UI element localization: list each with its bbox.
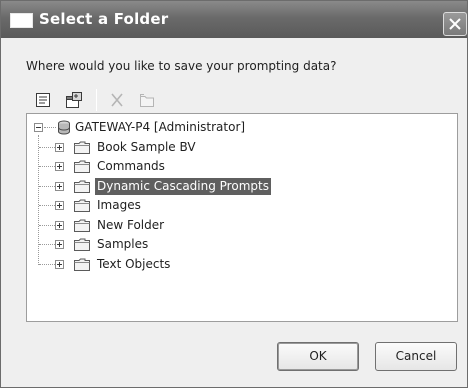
tree-root-label: GATEWAY-P4 [Administrator] (75, 120, 246, 134)
window-icon (10, 13, 33, 28)
tree-item-label: Commands (97, 159, 165, 173)
properties-button[interactable] (64, 90, 84, 110)
expand-icon[interactable] (55, 143, 64, 152)
tree-root-node[interactable]: GATEWAY-P4 [Administrator] (27, 119, 457, 136)
tree-item-commands[interactable]: Commands (27, 158, 457, 175)
expand-icon[interactable] (55, 201, 64, 210)
tree-connector (39, 225, 55, 226)
title-bar[interactable]: Select a Folder (1, 1, 467, 38)
tree-connector (39, 147, 55, 148)
tree-connector (39, 264, 55, 265)
tree-item-label: Samples (97, 237, 149, 251)
collapse-icon[interactable] (34, 123, 43, 132)
folder-up-icon (140, 94, 154, 107)
expand-icon[interactable] (55, 221, 64, 230)
tree-item-dynamic-cascading-prompts[interactable]: Dynamic Cascading Prompts (27, 178, 457, 195)
ok-button[interactable]: OK (277, 342, 359, 371)
folder-icon (74, 160, 90, 173)
tree-item-label: Text Objects (97, 257, 171, 271)
expand-icon[interactable] (55, 182, 64, 191)
tree-connector (44, 127, 56, 128)
tree-connector (39, 205, 55, 206)
tree-item-new-folder[interactable]: New Folder (27, 217, 457, 234)
tree-item-book-sample-bv[interactable]: Book Sample BV (27, 139, 457, 156)
folder-icon (74, 141, 90, 154)
expand-icon[interactable] (55, 240, 64, 249)
server-icon (58, 120, 70, 135)
folder-tree[interactable]: GATEWAY-P4 [Administrator] Book Sample B… (26, 113, 458, 322)
delete-button[interactable] (107, 90, 127, 110)
select-folder-dialog: Select a Folder Where would you like to … (0, 0, 468, 388)
folder-icon (74, 238, 90, 251)
tree-connector (39, 186, 55, 187)
tree-item-images[interactable]: Images (27, 197, 457, 214)
folder-icon (74, 219, 90, 232)
tree-item-label: New Folder (97, 218, 165, 232)
cancel-button[interactable]: Cancel (375, 342, 457, 371)
tree-item-text-objects[interactable]: Text Objects (27, 256, 457, 273)
new-folder-button[interactable] (33, 90, 53, 110)
folder-icon (74, 199, 90, 212)
properties-icon (66, 92, 82, 108)
new-folder-icon (36, 93, 50, 107)
folder-up-button[interactable] (137, 90, 157, 110)
tree-item-label: Dynamic Cascading Prompts (95, 178, 271, 195)
tree-item-label: Book Sample BV (97, 140, 196, 154)
toolbar-separator (96, 89, 97, 111)
tree-connector (39, 244, 55, 245)
dialog-title: Select a Folder (39, 10, 169, 28)
close-button[interactable] (443, 12, 467, 36)
expand-icon[interactable] (55, 260, 64, 269)
expand-icon[interactable] (55, 162, 64, 171)
tree-item-label: Images (97, 198, 141, 212)
close-icon (449, 18, 461, 30)
folder-icon (74, 258, 90, 271)
delete-icon (111, 93, 123, 107)
tree-item-samples[interactable]: Samples (27, 236, 457, 253)
folder-icon (74, 180, 90, 193)
tree-connector (39, 166, 55, 167)
prompt-text: Where would you like to save your prompt… (26, 59, 337, 73)
